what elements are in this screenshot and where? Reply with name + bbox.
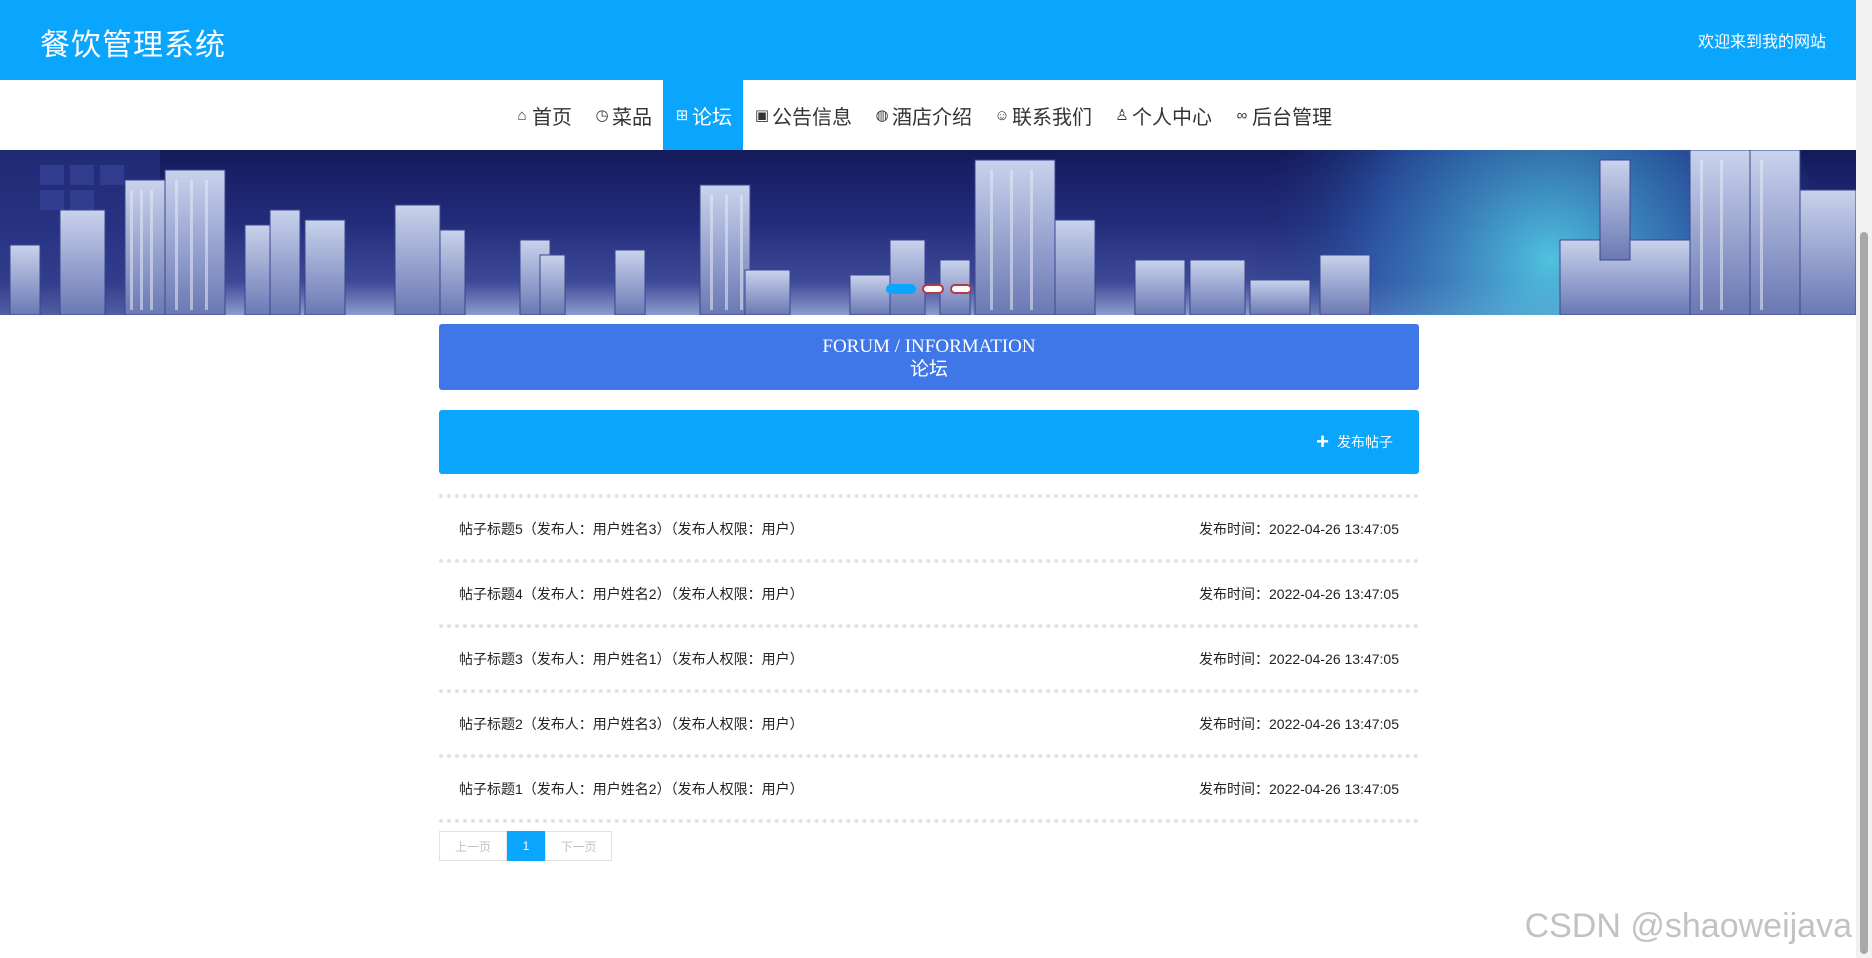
post-title[interactable]: 帖子标题2（发布人：用户姓名3）（发布人权限：用户） xyxy=(459,714,804,734)
top-header: 餐饮管理系统 欢迎来到我的网站 xyxy=(0,0,1856,80)
new-post-label: 发布帖子 xyxy=(1337,434,1393,450)
post-row[interactable]: 帖子标题2（发布人：用户姓名3）（发布人权限：用户） 发布时间：2022-04-… xyxy=(439,689,1419,754)
post-row[interactable]: 帖子标题3（发布人：用户姓名1）（发布人权限：用户） 发布时间：2022-04-… xyxy=(439,624,1419,689)
post-time: 发布时间：2022-04-26 13:47:05 xyxy=(1199,585,1399,602)
nav-item-forum[interactable]: ⊞ 论坛 xyxy=(663,80,743,150)
post-title[interactable]: 帖子标题4（发布人：用户姓名2）（发布人权限：用户） xyxy=(459,584,804,604)
nav-label: 公告信息 xyxy=(772,106,852,129)
welcome-text: 欢迎来到我的网站 xyxy=(1697,34,1826,51)
nav-label: 菜品 xyxy=(612,106,652,129)
banner-carousel xyxy=(0,150,1856,315)
site-title: 餐饮管理系统 xyxy=(40,29,226,62)
nav-label: 酒店介绍 xyxy=(892,106,972,129)
carousel-dot[interactable] xyxy=(922,284,944,294)
grid-icon: ⊞ xyxy=(675,107,689,124)
prev-page-button[interactable]: 上一页 xyxy=(439,831,507,861)
nav-item-contact[interactable]: ☺ 联系我们 xyxy=(983,80,1103,150)
section-title-en: FORUM / INFORMATION xyxy=(822,336,1036,357)
nav-label: 首页 xyxy=(532,106,572,129)
post-title[interactable]: 帖子标题5（发布人：用户姓名3）（发布人权限：用户） xyxy=(459,519,804,539)
nav-label: 联系我们 xyxy=(1012,106,1092,129)
carousel-dot[interactable] xyxy=(950,284,972,294)
home-icon: ⌂ xyxy=(517,106,527,124)
smile-icon: ☺ xyxy=(994,106,1010,124)
watermark: CSDN @shaoweijava xyxy=(1524,907,1852,945)
nav-item-profile[interactable]: ♙ 个人中心 xyxy=(1103,80,1223,150)
post-row[interactable]: 帖子标题1（发布人：用户姓名2）（发布人权限：用户） 发布时间：2022-04-… xyxy=(439,754,1419,819)
nav-item-admin[interactable]: ∞ 后台管理 xyxy=(1223,80,1343,150)
page-scrollbar[interactable] xyxy=(1856,0,1872,958)
globe-icon: ◍ xyxy=(875,107,889,124)
section-title-cn: 论坛 xyxy=(909,359,948,380)
next-page-button[interactable]: 下一页 xyxy=(545,831,612,861)
forum-content: FORUM / INFORMATION 论坛 + 发布帖子 帖子标题5（发布人：… xyxy=(439,324,1419,861)
scrollbar-thumb[interactable] xyxy=(1860,232,1868,954)
clock-icon: ◷ xyxy=(595,107,609,124)
plus-icon: + xyxy=(1316,429,1329,454)
action-bar: + 发布帖子 xyxy=(439,410,1419,474)
current-page-button[interactable]: 1 xyxy=(507,831,545,861)
post-row[interactable]: 帖子标题4（发布人：用户姓名2）（发布人权限：用户） 发布时间：2022-04-… xyxy=(439,559,1419,624)
carousel-indicators xyxy=(886,284,972,294)
nav-item-dishes[interactable]: ◷ 菜品 xyxy=(583,80,663,150)
carousel-dot[interactable] xyxy=(886,284,916,294)
user-icon: ♙ xyxy=(1115,107,1129,124)
nav-item-announcements[interactable]: ▣ 公告信息 xyxy=(743,80,863,150)
section-title-box: FORUM / INFORMATION 论坛 xyxy=(439,324,1419,390)
nav-label: 论坛 xyxy=(692,106,732,129)
post-row[interactable]: 帖子标题5（发布人：用户姓名3）（发布人权限：用户） 发布时间：2022-04-… xyxy=(439,494,1419,559)
post-time: 发布时间：2022-04-26 13:47:05 xyxy=(1199,715,1399,732)
nav-item-hotel-intro[interactable]: ◍ 酒店介绍 xyxy=(863,80,983,150)
pagination: 上一页 1 下一页 xyxy=(439,831,1419,861)
post-time: 发布时间：2022-04-26 13:47:05 xyxy=(1199,780,1399,797)
post-list: 帖子标题5（发布人：用户姓名3）（发布人权限：用户） 发布时间：2022-04-… xyxy=(439,494,1419,823)
post-title[interactable]: 帖子标题3（发布人：用户姓名1）（发布人权限：用户） xyxy=(459,649,804,669)
link-icon: ∞ xyxy=(1236,106,1248,124)
nav-item-home[interactable]: ⌂ 首页 xyxy=(503,80,583,150)
main-nav: ⌂ 首页 ◷ 菜品 ⊞ 论坛 ▣ 公告信息 ◍ 酒店介绍 ☺ 联系我们 ♙ 个人… xyxy=(0,80,1856,150)
post-time: 发布时间：2022-04-26 13:47:05 xyxy=(1199,520,1399,537)
post-title[interactable]: 帖子标题1（发布人：用户姓名2）（发布人权限：用户） xyxy=(459,779,804,799)
new-post-button[interactable]: + 发布帖子 xyxy=(1316,429,1393,454)
gift-icon: ▣ xyxy=(754,107,770,124)
nav-label: 个人中心 xyxy=(1132,106,1212,129)
list-divider xyxy=(439,819,1419,823)
nav-label: 后台管理 xyxy=(1252,106,1332,129)
post-time: 发布时间：2022-04-26 13:47:05 xyxy=(1199,650,1399,667)
